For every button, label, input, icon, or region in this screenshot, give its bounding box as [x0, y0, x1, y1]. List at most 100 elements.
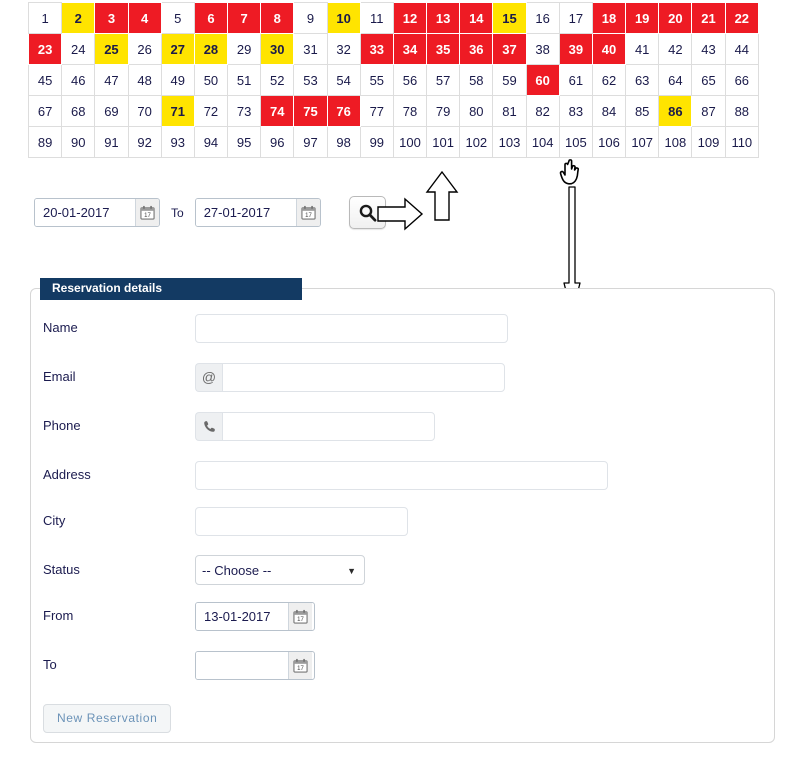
calendar-cell-22[interactable]: 22: [724, 2, 760, 34]
calendar-cell-103[interactable]: 103: [492, 126, 527, 158]
calendar-cell-72[interactable]: 72: [193, 95, 229, 127]
calendar-cell-18[interactable]: 18: [591, 2, 627, 34]
calendar-cell-108[interactable]: 108: [658, 126, 693, 158]
calendar-cell-11[interactable]: 11: [359, 2, 394, 34]
calendar-cell-36[interactable]: 36: [459, 33, 494, 65]
calendar-cell-26[interactable]: 26: [127, 33, 162, 65]
calendar-cell-91[interactable]: 91: [94, 126, 129, 158]
calendar-cell-59[interactable]: 59: [492, 64, 527, 96]
calendar-cell-5[interactable]: 5: [160, 2, 195, 34]
calendar-cell-7[interactable]: 7: [227, 2, 262, 34]
calendar-cell-31[interactable]: 31: [293, 33, 328, 65]
calendar-cell-98[interactable]: 98: [326, 126, 361, 158]
calendar-cell-89[interactable]: 89: [27, 126, 63, 158]
calendar-cell-15[interactable]: 15: [492, 2, 527, 34]
calendar-cell-83[interactable]: 83: [558, 95, 593, 127]
calendar-cell-65[interactable]: 65: [691, 64, 726, 96]
calendar-cell-10[interactable]: 10: [326, 2, 361, 34]
calendar-cell-52[interactable]: 52: [260, 64, 295, 96]
city-input[interactable]: [195, 506, 408, 536]
calendar-cell-13[interactable]: 13: [426, 2, 461, 34]
address-input[interactable]: [195, 460, 608, 490]
calendar-cell-68[interactable]: 68: [61, 95, 96, 127]
calendar-cell-12[interactable]: 12: [392, 2, 428, 34]
calendar-cell-29[interactable]: 29: [227, 33, 262, 65]
calendar-cell-95[interactable]: 95: [227, 126, 262, 158]
calendar-cell-24[interactable]: 24: [61, 33, 96, 65]
calendar-cell-56[interactable]: 56: [392, 64, 428, 96]
calendar-cell-75[interactable]: 75: [293, 95, 328, 127]
calendar-cell-40[interactable]: 40: [591, 33, 627, 65]
calendar-cell-70[interactable]: 70: [127, 95, 162, 127]
calendar-cell-101[interactable]: 101: [426, 126, 461, 158]
calendar-cell-92[interactable]: 92: [127, 126, 162, 158]
calendar-cell-39[interactable]: 39: [558, 33, 593, 65]
calendar-cell-8[interactable]: 8: [260, 2, 295, 34]
calendar-cell-62[interactable]: 62: [591, 64, 627, 96]
calendar-cell-53[interactable]: 53: [293, 64, 328, 96]
calendar-cell-23[interactable]: 23: [27, 33, 63, 65]
to-calendar-button[interactable]: 17: [288, 651, 312, 679]
calendar-cell-67[interactable]: 67: [27, 95, 63, 127]
calendar-cell-41[interactable]: 41: [625, 33, 660, 65]
calendar-cell-73[interactable]: 73: [227, 95, 262, 127]
calendar-cell-106[interactable]: 106: [591, 126, 627, 158]
calendar-cell-51[interactable]: 51: [227, 64, 262, 96]
calendar-cell-60[interactable]: 60: [525, 64, 560, 96]
calendar-cell-6[interactable]: 6: [193, 2, 229, 34]
calendar-cell-9[interactable]: 9: [293, 2, 328, 34]
calendar-cell-32[interactable]: 32: [326, 33, 361, 65]
calendar-cell-64[interactable]: 64: [658, 64, 693, 96]
calendar-cell-30[interactable]: 30: [260, 33, 295, 65]
calendar-cell-93[interactable]: 93: [160, 126, 195, 158]
calendar-cell-57[interactable]: 57: [426, 64, 461, 96]
calendar-cell-82[interactable]: 82: [525, 95, 560, 127]
calendar-cell-47[interactable]: 47: [94, 64, 129, 96]
date-from-input[interactable]: [35, 199, 135, 226]
calendar-cell-107[interactable]: 107: [625, 126, 660, 158]
calendar-cell-77[interactable]: 77: [359, 95, 394, 127]
name-input[interactable]: [195, 313, 508, 343]
calendar-cell-43[interactable]: 43: [691, 33, 726, 65]
calendar-cell-61[interactable]: 61: [558, 64, 593, 96]
calendar-cell-71[interactable]: 71: [160, 95, 195, 127]
calendar-cell-54[interactable]: 54: [326, 64, 361, 96]
date-from-calendar-button[interactable]: 17: [135, 199, 159, 226]
calendar-cell-34[interactable]: 34: [392, 33, 428, 65]
calendar-cell-35[interactable]: 35: [426, 33, 461, 65]
calendar-cell-42[interactable]: 42: [658, 33, 693, 65]
calendar-cell-45[interactable]: 45: [27, 64, 63, 96]
calendar-cell-20[interactable]: 20: [658, 2, 693, 34]
calendar-cell-97[interactable]: 97: [293, 126, 328, 158]
calendar-cell-66[interactable]: 66: [724, 64, 760, 96]
calendar-cell-80[interactable]: 80: [459, 95, 494, 127]
from-calendar-button[interactable]: 17: [288, 602, 312, 630]
date-to-input[interactable]: [195, 199, 296, 226]
calendar-cell-94[interactable]: 94: [193, 126, 229, 158]
search-button[interactable]: [348, 196, 386, 229]
calendar-cell-99[interactable]: 99: [359, 126, 394, 158]
calendar-cell-81[interactable]: 81: [492, 95, 527, 127]
to-date-input[interactable]: [196, 651, 288, 679]
email-input[interactable]: [222, 362, 505, 392]
date-to-calendar-button[interactable]: 17: [295, 199, 320, 226]
calendar-cell-37[interactable]: 37: [492, 33, 527, 65]
calendar-cell-21[interactable]: 21: [691, 2, 726, 34]
calendar-cell-44[interactable]: 44: [724, 33, 760, 65]
calendar-cell-14[interactable]: 14: [459, 2, 494, 34]
phone-input[interactable]: [222, 411, 435, 441]
calendar-cell-104[interactable]: 104: [525, 126, 560, 158]
calendar-cell-4[interactable]: 4: [127, 2, 162, 34]
calendar-cell-74[interactable]: 74: [260, 95, 295, 127]
calendar-cell-90[interactable]: 90: [61, 126, 96, 158]
calendar-cell-33[interactable]: 33: [359, 33, 394, 65]
calendar-cell-25[interactable]: 25: [94, 33, 129, 65]
calendar-cell-28[interactable]: 28: [193, 33, 229, 65]
calendar-cell-55[interactable]: 55: [359, 64, 394, 96]
calendar-cell-63[interactable]: 63: [625, 64, 660, 96]
calendar-cell-1[interactable]: 1: [27, 2, 63, 34]
calendar-cell-3[interactable]: 3: [94, 2, 129, 34]
calendar-cell-88[interactable]: 88: [724, 95, 760, 127]
status-select[interactable]: -- Choose --: [195, 555, 365, 585]
calendar-cell-46[interactable]: 46: [61, 64, 96, 96]
